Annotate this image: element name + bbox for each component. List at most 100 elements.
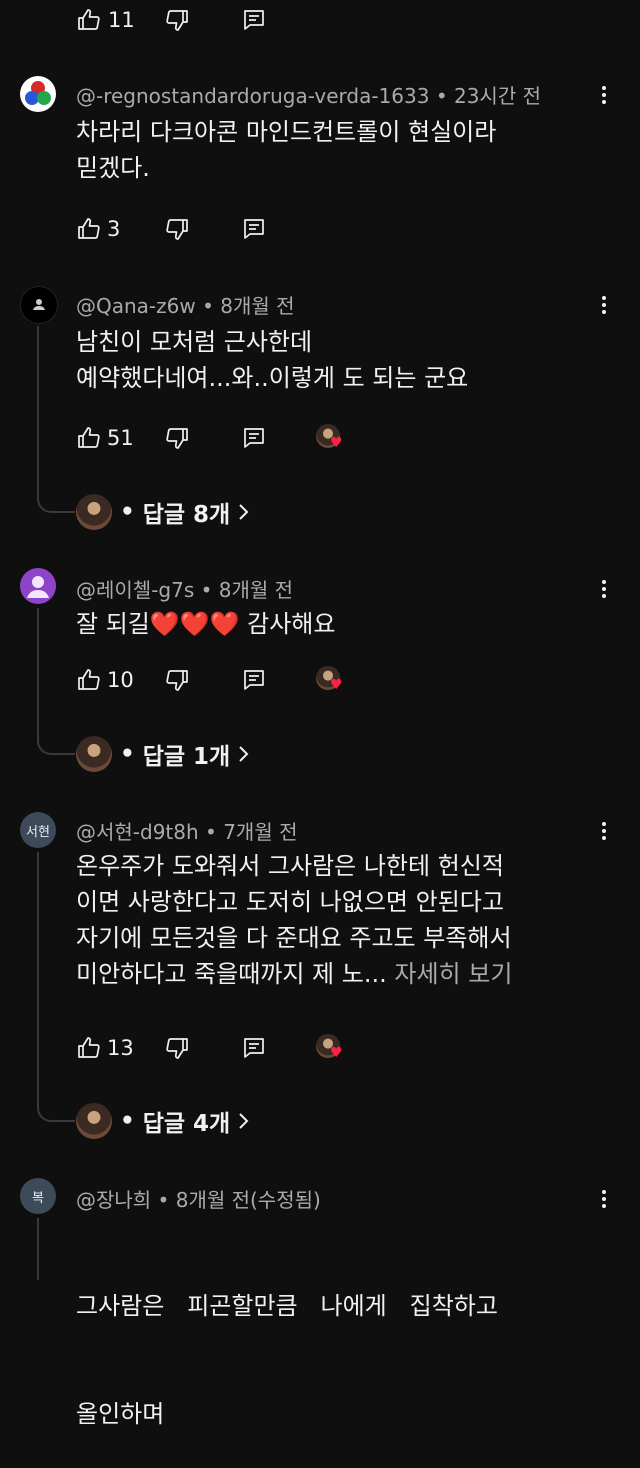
more-vert-icon[interactable] [592,577,616,601]
avatar[interactable] [20,286,58,324]
like-button[interactable] [76,217,102,245]
comment-line: 미안하다고 죽을때까지 제 노... [76,960,387,988]
chevron-right-icon [239,1113,249,1129]
heart-icon: ♥ [330,1045,343,1061]
bullet-separator: • [120,741,135,767]
comment-time: 23시간 전 [453,84,541,108]
comment-meta: @레이첼-g7s • 8개월 전 [76,578,294,602]
dislike-button[interactable] [164,1036,190,1064]
thumb-up-icon [78,1037,100,1058]
dislike-button[interactable] [164,668,190,696]
dislike-button[interactable] [164,426,190,454]
comment-time: 8개월 전 [220,294,295,318]
thumb-up-icon [78,669,100,690]
like-count: 11 [108,8,135,32]
comment-author[interactable]: @-regnostandardoruga-verda-1633 [76,84,429,108]
like-button[interactable] [76,8,102,36]
avatar[interactable]: 복 [20,1178,56,1214]
reply-button[interactable] [242,1036,266,1064]
comment-line: 남친이 모처럼 근사한데 [76,328,313,356]
comment-line: 차라리 다크아콘 마인드컨트롤이 현실이라 [76,118,497,146]
heart-icon: ♥ [330,435,343,451]
avatar[interactable] [20,568,56,604]
like-count: 3 [107,217,121,241]
reply-button[interactable] [242,217,266,245]
comment-line: 올인하며 [76,1400,165,1428]
replies-toggle[interactable]: • 답글 8개 [76,494,250,530]
like-button[interactable] [76,1036,102,1064]
thread-line [37,852,75,1122]
thumb-up-icon [78,427,100,448]
creator-heart: ♥ [316,424,348,454]
more-vert-icon[interactable] [592,83,616,107]
thumb-down-icon [166,670,188,691]
comment-line: 예약했다네여...와..이렇게 도 되는 군요 [76,364,469,392]
heart-icon: ♥ [330,677,343,693]
thumb-down-icon [166,10,188,31]
thumb-up-icon [78,218,100,239]
comment-author[interactable]: @서현-d9t8h [76,820,199,844]
reply-avatar [76,1103,112,1139]
avatar[interactable] [20,76,56,112]
comment-author[interactable]: @장나희 [76,1188,151,1212]
person-icon [27,576,49,598]
replies-count-label: 답글 8개 [142,502,231,528]
comment-text: 차라리 다크아콘 마인드컨트롤이 현실이라 믿겠다. [76,114,496,186]
reply-button[interactable] [242,426,266,454]
comment-line: 온우주가 도와줘서 그사람은 나한테 헌신적 [76,852,504,880]
replies-count-label: 답글 4개 [142,1111,231,1137]
reply-avatar [76,736,112,772]
creator-heart: ♥ [316,1034,348,1064]
comment-time: 8개월 전(수정됨) [175,1188,321,1212]
avatar[interactable]: 서현 [20,812,56,848]
more-vert-icon[interactable] [592,293,616,317]
replies-toggle[interactable]: • 답글 4개 [76,1103,250,1139]
comment-reply-icon [244,428,264,448]
comment-text: 잘 되길❤️❤️❤️ 감사해요 [76,606,335,642]
creator-heart: ♥ [316,666,348,696]
more-vert-icon[interactable] [592,1187,616,1211]
like-button[interactable] [76,426,102,454]
comment-meta: @-regnostandardoruga-verda-1633 • 23시간 전 [76,84,541,108]
comment-meta: @서현-d9t8h • 7개월 전 [76,820,298,844]
person-icon [33,299,45,310]
like-button[interactable] [76,668,102,696]
comment-time: 7개월 전 [223,820,298,844]
reply-button[interactable] [242,8,266,36]
more-vert-icon[interactable] [592,819,616,843]
comment-line: 그사람은 피곤할만큼 나에게 집착하고 [76,1292,498,1320]
read-more-link[interactable]: 자세히 보기 [394,960,512,988]
like-count: 13 [107,1036,134,1060]
avatar-logo-icon [20,76,56,112]
chevron-right-icon [239,746,249,762]
comment-author[interactable]: @레이첼-g7s [76,578,194,602]
comment-reply-icon [244,1038,264,1058]
thread-line [37,326,75,513]
comment-line: 믿겠다. [76,154,150,182]
reply-button[interactable] [242,668,266,696]
thread-line [37,1218,39,1280]
comment-text: 그사람은 피곤할만큼 나에게 집착하고 올인하며 [76,1216,498,1468]
reply-avatar [76,494,112,530]
comment-author[interactable]: @Qana-z6w [76,294,196,318]
thumb-down-icon [166,219,188,240]
thumb-down-icon [166,428,188,449]
comment-meta: @Qana-z6w • 8개월 전 [76,294,295,318]
thumb-up-icon [78,9,100,30]
chevron-right-icon [239,504,249,520]
comment-line: 잘 되길❤️❤️❤️ 감사해요 [76,610,336,638]
replies-count-label: 답글 1개 [142,744,231,770]
replies-toggle[interactable]: • 답글 1개 [76,736,250,772]
comment-line: 이면 사랑한다고 도저히 나없으면 안된다고 [76,888,504,916]
comment-meta: @장나희 • 8개월 전(수정됨) [76,1188,321,1212]
thumb-down-icon [166,1038,188,1059]
comment-text: 온우주가 도와줘서 그사람은 나한테 헌신적 이면 사랑한다고 도저히 나없으면… [76,848,512,992]
bullet-separator: • [120,1108,135,1134]
like-count: 10 [107,668,134,692]
comment-reply-icon [244,219,264,239]
dislike-button[interactable] [164,8,190,36]
comment-text: 남친이 모처럼 근사한데 예약했다네여...와..이렇게 도 되는 군요 [76,324,468,396]
thread-line [37,608,75,755]
comment-time: 8개월 전 [218,578,294,602]
dislike-button[interactable] [164,217,190,245]
